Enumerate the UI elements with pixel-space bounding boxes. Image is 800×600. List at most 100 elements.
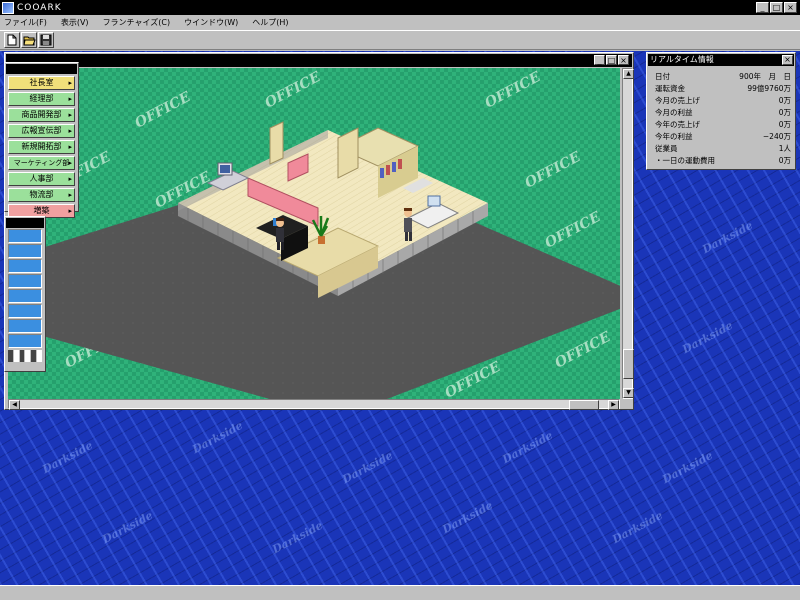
info-label: ・一日の運動費用 [655,156,715,165]
menu-help[interactable]: ヘルプ(H) [252,17,288,28]
vertical-scroll-thumb[interactable] [623,349,634,379]
floor-slot[interactable] [8,304,42,318]
office-isometric-view[interactable]: OFFICE OFFICE OFFICE OFFICE OFFICE OFFIC… [8,68,620,399]
scroll-left-button[interactable]: ◀ [9,400,20,410]
chevron-right-icon: ▸ [68,79,72,87]
dept-label: 人事部 [29,174,54,183]
info-value: 99億9760万 [747,84,791,93]
floor-panel-header [6,218,44,228]
menu-window[interactable]: ウインドウ(W) [184,17,238,28]
info-value: 1人 [778,144,791,153]
dept-button-hr[interactable]: 人事部 ▸ [8,172,75,186]
dept-label: 社長室 [29,78,54,87]
floor-slot[interactable] [8,289,42,303]
menubar: ファイル(F) 表示(V) フランチャイズ(C) ウインドウ(W) ヘルプ(H) [0,15,800,30]
dept-button-logistics[interactable]: 物流部 ▸ [8,188,75,202]
open-folder-button[interactable] [21,32,37,48]
desktop-tile-logo: Darkside [500,428,555,467]
info-row-daily-cost: ・一日の運動費用 0万 [655,155,791,166]
open-folder-icon [22,36,36,45]
dept-button-product-development[interactable]: 商品開発部 ▸ [8,108,75,122]
dept-label: マーケティング部 [13,159,70,167]
chevron-right-icon: ▸ [68,111,72,119]
chevron-right-icon: ▸ [68,95,72,103]
info-row-date: 日付 900年 月 日 [655,71,791,82]
info-label: 今年の売上げ [655,120,700,129]
info-label: 今年の利益 [655,132,693,141]
info-value: 0万 [778,120,791,129]
info-row-yearly-sales: 今年の売上げ 0万 [655,119,791,130]
chevron-right-icon: ▸ [68,143,72,151]
info-label: 従業員 [655,144,678,153]
save-disk-icon [40,34,52,46]
info-label: 今月の売上げ [655,96,700,105]
dept-button-advertising[interactable]: 広報宣伝部 ▸ [8,124,75,138]
menu-view[interactable]: 表示(V) [61,17,89,28]
floor-slot[interactable] [8,319,42,333]
scroll-right-button[interactable]: ▶ [608,400,619,410]
horizontal-scroll-thumb[interactable] [569,400,599,410]
chevron-right-icon: ▸ [68,175,72,183]
department-panel-header [6,64,77,74]
info-row-employees: 従業員 1人 [655,143,791,154]
info-row-monthly-sales: 今月の売上げ 0万 [655,95,791,106]
realtime-info-titlebar: リアルタイム情報 × [648,54,794,66]
new-file-icon [7,34,17,46]
floor-slot[interactable] [8,334,42,348]
scroll-up-button[interactable]: ▲ [623,69,634,79]
info-value: 0万 [778,96,791,105]
chevron-right-icon: ▸ [68,159,72,167]
close-button[interactable]: × [784,2,797,13]
scroll-down-button[interactable]: ▼ [623,388,634,398]
desktop-tile-logo: Darkside [340,448,395,487]
dept-button-marketing[interactable]: マーケティング部 ▸ [8,156,75,170]
app-title: COOARK [17,2,62,13]
desktop-tile-logo: Darkside [660,448,715,487]
chevron-right-icon: ▸ [68,191,72,199]
office-titlebar: _ □ × [6,54,632,67]
floor-slot[interactable] [8,244,42,258]
info-row-monthly-profit: 今月の利益 0万 [655,107,791,118]
employee-character[interactable] [276,218,284,250]
office-vertical-scrollbar[interactable]: ▲ ▼ [622,68,634,399]
chevron-right-icon: ▸ [68,207,72,215]
realtime-info-title: リアルタイム情報 [650,55,714,64]
floor-slot[interactable] [8,259,42,273]
desktop-tile-logo: Darkside [440,498,495,537]
department-panel: 社長室 ▸ 経理部 ▸ 商品開発部 ▸ 広報宣伝部 ▸ 新規開拓部 ▸ マーケティング部 ▸… [4,62,79,218]
minimize-button[interactable]: _ [756,2,769,13]
dept-label: 増築 [33,206,50,215]
dept-button-president-office[interactable]: 社長室 ▸ [8,76,75,90]
realtime-info-close-button[interactable]: × [782,55,793,65]
menu-franchise[interactable]: フランチャイズ(C) [103,17,171,28]
dept-label: 商品開発部 [21,110,62,119]
desktop-tile-logo: Darkside [100,508,155,547]
office-close-button[interactable]: × [618,55,629,65]
new-file-button[interactable] [4,32,20,48]
floor-slot[interactable] [8,274,42,288]
toolbar [0,30,800,50]
realtime-info-window: リアルタイム情報 × 日付 900年 月 日 運転資金 99億9760万 今月の… [646,52,796,170]
info-row-operating-funds: 運転資金 99億9760万 [655,83,791,94]
save-button[interactable] [38,32,54,48]
dept-label: 経理部 [29,94,54,103]
floor-selector-panel [4,216,46,372]
maximize-button[interactable]: □ [770,2,783,13]
dept-label: 物流部 [29,190,54,199]
office-horizontal-scrollbar[interactable]: ◀ ▶ [8,399,620,410]
office-maximize-button[interactable]: □ [606,55,617,65]
desktop-tile-logo: Darkside [270,518,325,557]
dept-button-accounting[interactable]: 経理部 ▸ [8,92,75,106]
desktop-tile-logo: Darkside [40,438,95,477]
office-minimize-button[interactable]: _ [594,55,605,65]
dept-label: 新規開拓部 [21,142,62,151]
menu-file[interactable]: ファイル(F) [4,17,47,28]
building-icon[interactable] [8,350,42,362]
office-scene: OFFICE OFFICE OFFICE OFFICE OFFICE OFFIC… [8,68,620,399]
president-character[interactable] [404,208,412,241]
info-value: 0万 [778,156,791,165]
info-row-yearly-profit: 今年の利益 −240万 [655,131,791,142]
floor-slot[interactable] [8,229,42,243]
dept-button-new-business[interactable]: 新規開拓部 ▸ [8,140,75,154]
desktop-tile-logo: Darkside [610,508,665,547]
